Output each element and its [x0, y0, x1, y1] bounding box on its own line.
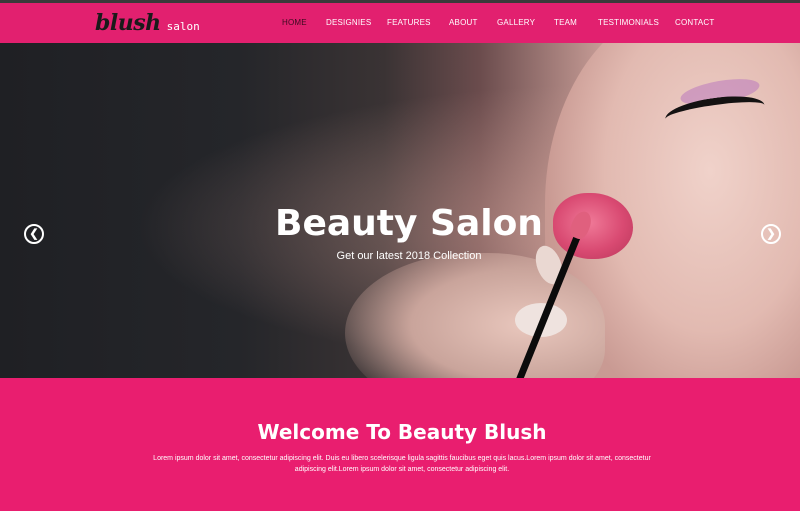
carousel-next-button[interactable]: ❯ [761, 224, 781, 244]
nav-designies[interactable]: DESIGNIES [326, 18, 371, 27]
hero-carousel: Beauty Salon Get our latest 2018 Collect… [0, 43, 800, 378]
nav-features[interactable]: FEATURES [387, 18, 431, 27]
main-nav: HOME DESIGNIES FEATURES ABOUT GALLERY TE… [0, 18, 800, 32]
welcome-title: Welcome To Beauty Blush [257, 420, 547, 444]
carousel-prev-button[interactable]: ❮ [24, 224, 44, 244]
nav-contact[interactable]: CONTACT [675, 18, 714, 27]
nav-gallery[interactable]: GALLERY [497, 18, 535, 27]
nav-team[interactable]: TEAM [554, 18, 577, 27]
nav-testimonials[interactable]: TESTIMONIALS [598, 18, 659, 27]
hero-subtitle: Get our latest 2018 Collection [336, 250, 482, 262]
chevron-left-icon: ❮ [29, 228, 39, 240]
nav-home[interactable]: HOME [282, 18, 307, 27]
navbar: blush salon HOME DESIGNIES FEATURES ABOU… [0, 3, 800, 43]
welcome-text: Lorem ipsum dolor sit amet, consectetur … [153, 455, 651, 473]
nav-about[interactable]: ABOUT [449, 18, 478, 27]
welcome-section: Welcome To Beauty Blush Lorem ipsum dolo… [0, 378, 800, 511]
hero-title: Beauty Salon [275, 203, 543, 244]
chevron-right-icon: ❯ [766, 228, 776, 240]
